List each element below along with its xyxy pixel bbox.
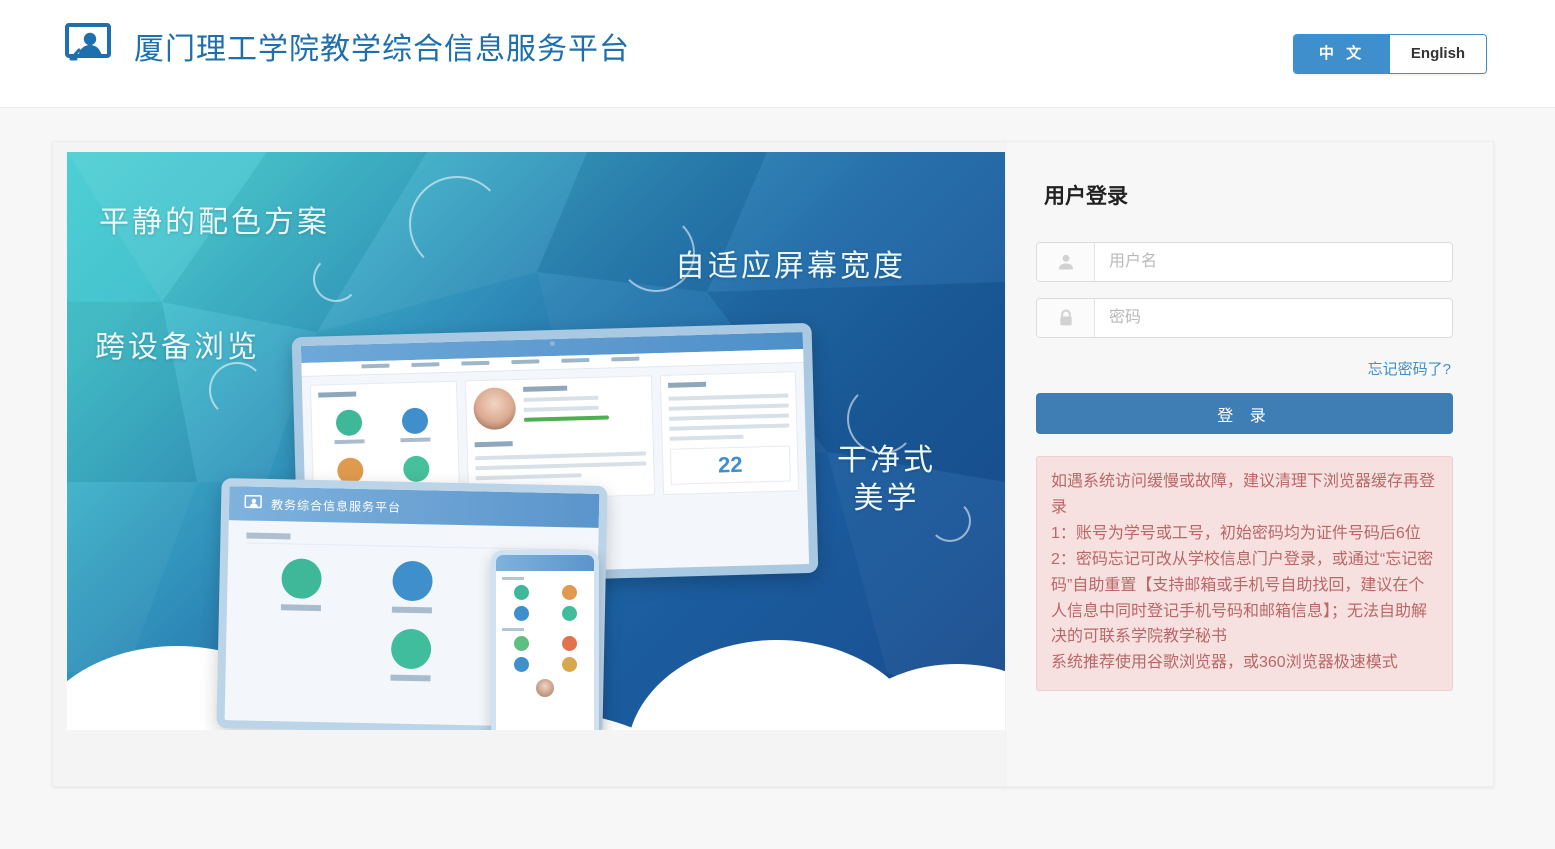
- decorative-ring-icon: [209, 362, 265, 418]
- promo-banner: 平静的配色方案 自适应屏幕宽度 跨设备浏览 干净式 美学 22 教务综合信息服务…: [67, 152, 1005, 730]
- banner-caption-clean-aesthetics: 干净式 美学: [837, 444, 936, 516]
- screen-presenter-icon: [62, 22, 114, 70]
- phone-mockup: [491, 550, 599, 730]
- username-field[interactable]: [1036, 242, 1453, 282]
- banner-caption-responsive: 自适应屏幕宽度: [675, 250, 906, 283]
- mockup-notice-panel: 22: [659, 371, 800, 495]
- forgot-password-row: 忘记密码了?: [1036, 358, 1451, 379]
- brand: 厦门理工学院教学综合信息服务平台: [62, 22, 630, 70]
- laptop-camera-icon: [549, 340, 555, 347]
- calendar-day: 22: [717, 451, 743, 478]
- avatar: [536, 679, 554, 697]
- decorative-ring-icon: [313, 256, 359, 302]
- login-button[interactable]: 登 录: [1036, 393, 1453, 434]
- user-icon: [1037, 243, 1095, 281]
- mockup-calendar: 22: [669, 445, 791, 485]
- lang-button-chinese[interactable]: 中 文: [1294, 35, 1390, 73]
- avatar: [473, 387, 517, 431]
- language-switch[interactable]: 中 文 English: [1293, 34, 1487, 74]
- login-panel: 用户登录 用户名 忘记密码了? 登 录 如遇系统访问缓慢或故障，建议清理下浏览器…: [1005, 142, 1493, 786]
- banner-caption-cross-device: 跨设备浏览: [95, 331, 260, 364]
- screen-presenter-icon: [243, 494, 263, 512]
- mockup-profile-panel: [465, 375, 656, 501]
- login-heading: 用户登录: [1044, 185, 1128, 208]
- banner-caption-color-scheme: 平静的配色方案: [99, 206, 330, 239]
- lang-button-english[interactable]: English: [1390, 35, 1486, 73]
- forgot-password-link[interactable]: 忘记密码了?: [1368, 361, 1451, 378]
- phone-app-header: [496, 555, 594, 571]
- tablet-app-title: 教务综合信息服务平台: [270, 497, 402, 515]
- login-notice: 如遇系统访问缓慢或故障，建议清理下浏览器缓存再登录 1：账号为学号或工号，初始密…: [1036, 456, 1453, 692]
- password-input[interactable]: [1095, 299, 1452, 337]
- page-title: 厦门理工学院教学综合信息服务平台: [134, 33, 630, 66]
- decorative-ring-icon: [409, 176, 505, 272]
- site-header: 厦门理工学院教学综合信息服务平台 中 文 English: [0, 0, 1555, 108]
- main-card: 平静的配色方案 自适应屏幕宽度 跨设备浏览 干净式 美学 22 教务综合信息服务…: [52, 141, 1494, 787]
- phone-content: [496, 571, 594, 703]
- username-input[interactable]: [1095, 243, 1452, 281]
- lock-icon: [1037, 299, 1095, 337]
- banner-column: 平静的配色方案 自适应屏幕宽度 跨设备浏览 干净式 美学 22 教务综合信息服务…: [53, 142, 1005, 786]
- password-field[interactable]: [1036, 298, 1453, 338]
